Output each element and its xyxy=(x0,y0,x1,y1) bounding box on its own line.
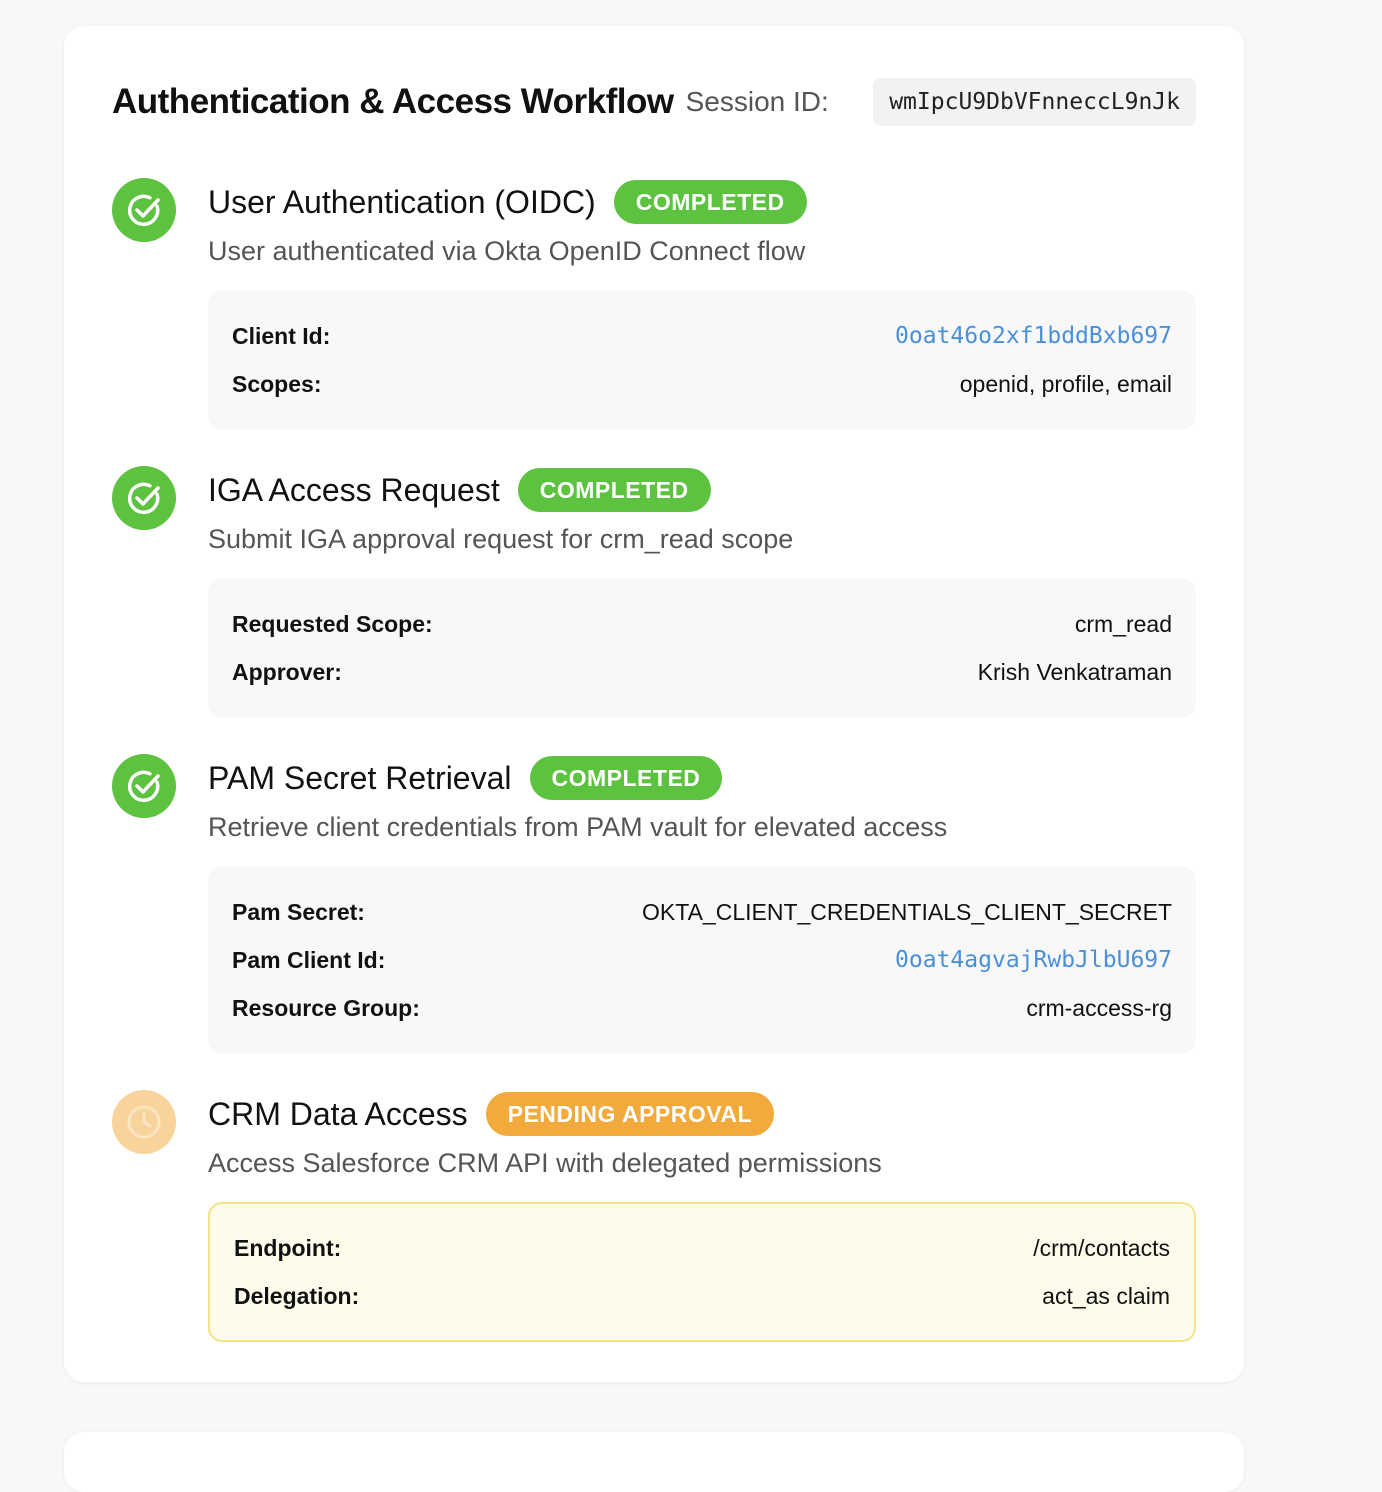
step-header: CRM Data Access PENDING APPROVAL xyxy=(208,1092,775,1136)
detail-value: crm-access-rg xyxy=(1026,994,1172,1021)
client-id-value[interactable]: 0oat46o2xf1bddBxb697 xyxy=(895,323,1172,349)
detail-row-pam-client-id: Pam Client Id: 0oat4agvajRwbJlbU697 xyxy=(232,936,1172,984)
status-badge: COMPLETED xyxy=(529,756,723,800)
clock-icon xyxy=(112,1090,176,1154)
next-card xyxy=(64,1432,1244,1492)
step-header: User Authentication (OIDC) COMPLETED xyxy=(208,180,807,224)
detail-key: Pam Secret: xyxy=(232,898,365,925)
detail-row-client-id: Client Id: 0oat46o2xf1bddBxb697 xyxy=(232,312,1172,360)
page-title: Authentication & Access Workflow xyxy=(112,82,674,121)
detail-value: OKTA_CLIENT_CREDENTIALS_CLIENT_SECRET xyxy=(642,898,1172,925)
step-title: CRM Data Access xyxy=(208,1095,468,1132)
detail-value: Krish Venkatraman xyxy=(977,658,1172,685)
detail-key: Resource Group: xyxy=(232,994,420,1021)
detail-row-resource-group: Resource Group: crm-access-rg xyxy=(232,984,1172,1032)
step-header: PAM Secret Retrieval COMPLETED xyxy=(208,756,723,800)
step-details: Endpoint: /crm/contacts Delegation: act_… xyxy=(208,1202,1196,1342)
detail-key: Endpoint: xyxy=(234,1234,342,1261)
step-title: User Authentication (OIDC) xyxy=(208,183,596,220)
pam-client-id-value[interactable]: 0oat4agvajRwbJlbU697 xyxy=(895,947,1172,973)
detail-key: Pam Client Id: xyxy=(232,946,386,973)
detail-value: openid, profile, email xyxy=(959,370,1172,397)
status-badge: COMPLETED xyxy=(517,468,711,512)
detail-key: Scopes: xyxy=(232,370,322,397)
step-header: IGA Access Request COMPLETED xyxy=(208,468,711,512)
detail-row-requested-scope: Requested Scope: crm_read xyxy=(232,600,1172,648)
step-details: Client Id: 0oat46o2xf1bddBxb697 Scopes: … xyxy=(208,290,1196,430)
check-circle-icon xyxy=(112,178,176,242)
detail-row-pam-secret: Pam Secret: OKTA_CLIENT_CREDENTIALS_CLIE… xyxy=(232,888,1172,936)
session-id-value[interactable]: wmIpcU9DbVFnneccL9nJk xyxy=(873,78,1196,126)
detail-value: act_as claim xyxy=(1042,1282,1170,1309)
status-badge: COMPLETED xyxy=(613,180,807,224)
step-description: Access Salesforce CRM API with delegated… xyxy=(208,1148,882,1178)
step-description: User authenticated via Okta OpenID Conne… xyxy=(208,236,806,266)
step-details: Pam Secret: OKTA_CLIENT_CREDENTIALS_CLIE… xyxy=(208,866,1196,1054)
status-badge: PENDING APPROVAL xyxy=(485,1092,775,1136)
step-title: IGA Access Request xyxy=(208,471,500,508)
detail-row-scopes: Scopes: openid, profile, email xyxy=(232,360,1172,408)
detail-key: Delegation: xyxy=(234,1282,360,1309)
detail-row-approver: Approver: Krish Venkatraman xyxy=(232,648,1172,696)
step-description: Retrieve client credentials from PAM vau… xyxy=(208,812,948,842)
detail-row-endpoint: Endpoint: /crm/contacts xyxy=(234,1224,1170,1272)
workflow-card: Authentication & Access Workflow Session… xyxy=(64,26,1244,1382)
check-circle-icon xyxy=(112,754,176,818)
step-title: PAM Secret Retrieval xyxy=(208,759,512,796)
detail-value: /crm/contacts xyxy=(1033,1234,1170,1261)
detail-key: Client Id: xyxy=(232,322,331,349)
step-description: Submit IGA approval request for crm_read… xyxy=(208,524,794,554)
step-details: Requested Scope: crm_read Approver: Kris… xyxy=(208,578,1196,718)
workflow-header: Authentication & Access Workflow Session… xyxy=(112,78,1196,126)
detail-value: crm_read xyxy=(1074,610,1172,637)
check-circle-icon xyxy=(112,466,176,530)
detail-key: Requested Scope: xyxy=(232,610,433,637)
session-label: Session ID: xyxy=(685,86,829,117)
detail-key: Approver: xyxy=(232,658,342,685)
detail-row-delegation: Delegation: act_as claim xyxy=(234,1272,1170,1320)
